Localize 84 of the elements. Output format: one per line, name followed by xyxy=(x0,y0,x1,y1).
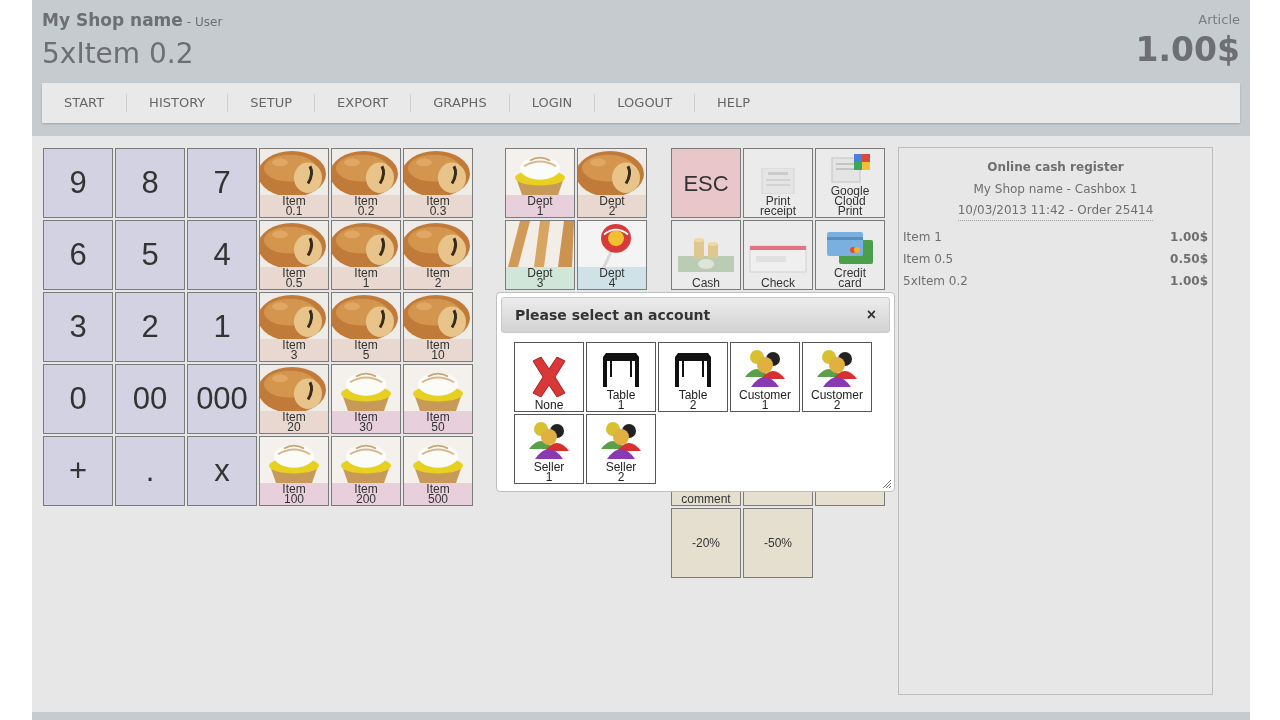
receipt-item: 5xItem 0.2 xyxy=(903,273,968,290)
people-icon xyxy=(815,347,859,387)
product-button[interactable]: Item 0.1 xyxy=(259,148,329,218)
receipt-price: 1.00$ xyxy=(1170,229,1208,246)
total-label: Article xyxy=(1198,11,1240,29)
menu-link[interactable]: SETUP xyxy=(228,92,315,113)
product-button[interactable]: Dept 1 xyxy=(505,148,575,218)
product-button[interactable]: Item 0.3 xyxy=(403,148,473,218)
cloud-print-button[interactable]: Google Cloud Print xyxy=(815,148,885,218)
print-receipt-button[interactable]: Print receipt xyxy=(743,148,813,218)
keypad-key[interactable]: 2 xyxy=(115,292,185,362)
action-button[interactable]: -20% xyxy=(671,508,741,578)
cheque-icon xyxy=(748,242,808,276)
people-icon xyxy=(599,419,643,459)
menu-link[interactable]: START xyxy=(53,92,127,113)
keypad-key[interactable]: . xyxy=(115,436,185,506)
user-label: - User xyxy=(186,14,223,31)
product-button[interactable]: Item 20 xyxy=(259,364,329,434)
people-icon xyxy=(527,419,571,459)
keypad-key[interactable]: 00 xyxy=(115,364,185,434)
keypad-key[interactable]: 8 xyxy=(115,148,185,218)
check-button[interactable]: Check xyxy=(743,220,813,290)
account-button[interactable]: Customer 1 xyxy=(730,342,800,412)
keypad-key[interactable]: 6 xyxy=(43,220,113,290)
total-amount: 1.00$ xyxy=(1135,29,1240,70)
shop-name: My Shop name xyxy=(42,9,183,32)
product-button[interactable]: Item 0.5 xyxy=(259,220,329,290)
keypad-key[interactable]: 5 xyxy=(115,220,185,290)
resize-grip-icon[interactable] xyxy=(882,479,892,489)
receipt-date: 10/03/2013 11:42 - Order 25414 xyxy=(957,200,1154,221)
account-button[interactable]: Seller 2 xyxy=(586,414,656,484)
receipt-icon xyxy=(758,168,798,194)
keypad-key[interactable]: x xyxy=(187,436,257,506)
menu-link[interactable]: LOGOUT xyxy=(595,92,695,113)
keypad-key[interactable]: 0 xyxy=(43,364,113,434)
account-button[interactable]: None xyxy=(514,342,584,412)
menu-link[interactable]: HISTORY xyxy=(127,92,228,113)
product-button[interactable]: Item 5 xyxy=(331,292,401,362)
keypad-key[interactable]: 7 xyxy=(187,148,257,218)
receipt-item: Item 0.5 xyxy=(903,251,954,268)
receipt-item: Item 1 xyxy=(903,229,942,246)
receipt-shop: My Shop name - Cashbox 1 xyxy=(972,181,1139,198)
menu-link[interactable]: HELP xyxy=(695,92,773,113)
keypad-key[interactable]: 3 xyxy=(43,292,113,362)
product-button[interactable]: Item 10 xyxy=(403,292,473,362)
receipt-title: Online cash register xyxy=(986,159,1125,176)
credit-card-button[interactable]: Credit card xyxy=(815,220,885,290)
menu-link[interactable]: GRAPHS xyxy=(411,92,509,113)
keypad-key[interactable]: + xyxy=(43,436,113,506)
menu-link[interactable]: LOGIN xyxy=(509,92,595,113)
product-button[interactable]: Item 100 xyxy=(259,436,329,506)
receipt-price: 0.50$ xyxy=(1170,251,1208,268)
table-icon xyxy=(674,353,712,387)
product-button[interactable]: Item 0.2 xyxy=(331,148,401,218)
product-button[interactable]: Item 30 xyxy=(331,364,401,434)
product-button[interactable]: Item 3 xyxy=(259,292,329,362)
keypad-key[interactable]: 4 xyxy=(187,220,257,290)
close-button[interactable]: × xyxy=(866,307,876,323)
product-button[interactable]: Dept 4 xyxy=(577,220,647,290)
credit-card-icon xyxy=(825,230,875,266)
keypad-key[interactable]: 1 xyxy=(187,292,257,362)
action-button[interactable]: -50% xyxy=(743,508,813,578)
account-button[interactable]: Table 2 xyxy=(658,342,728,412)
account-button[interactable]: Customer 2 xyxy=(802,342,872,412)
keypad-key[interactable]: 000 xyxy=(187,364,257,434)
current-line: 5xItem 0.2 xyxy=(42,35,195,72)
product-button[interactable]: Item 500 xyxy=(403,436,473,506)
product-button[interactable]: Item 1 xyxy=(331,220,401,290)
receipt-price: 1.00$ xyxy=(1170,273,1208,290)
product-button[interactable]: Dept 3 xyxy=(505,220,575,290)
keypad-key[interactable]: 9 xyxy=(43,148,113,218)
table-icon xyxy=(602,353,640,387)
product-button[interactable]: Dept 2 xyxy=(577,148,647,218)
cloud-print-icon xyxy=(830,154,870,184)
menu-link[interactable]: EXPORT xyxy=(315,92,411,113)
product-button[interactable]: Item 2 xyxy=(403,220,473,290)
account-button[interactable]: Table 1 xyxy=(586,342,656,412)
cash-button[interactable]: Cash xyxy=(671,220,741,290)
dialog-title: Please select an account xyxy=(515,305,711,325)
product-button[interactable]: Item 200 xyxy=(331,436,401,506)
people-icon xyxy=(743,347,787,387)
account-button[interactable]: Seller 1 xyxy=(514,414,584,484)
escape-button[interactable]: ESC xyxy=(671,148,741,218)
product-button[interactable]: Item 50 xyxy=(403,364,473,434)
